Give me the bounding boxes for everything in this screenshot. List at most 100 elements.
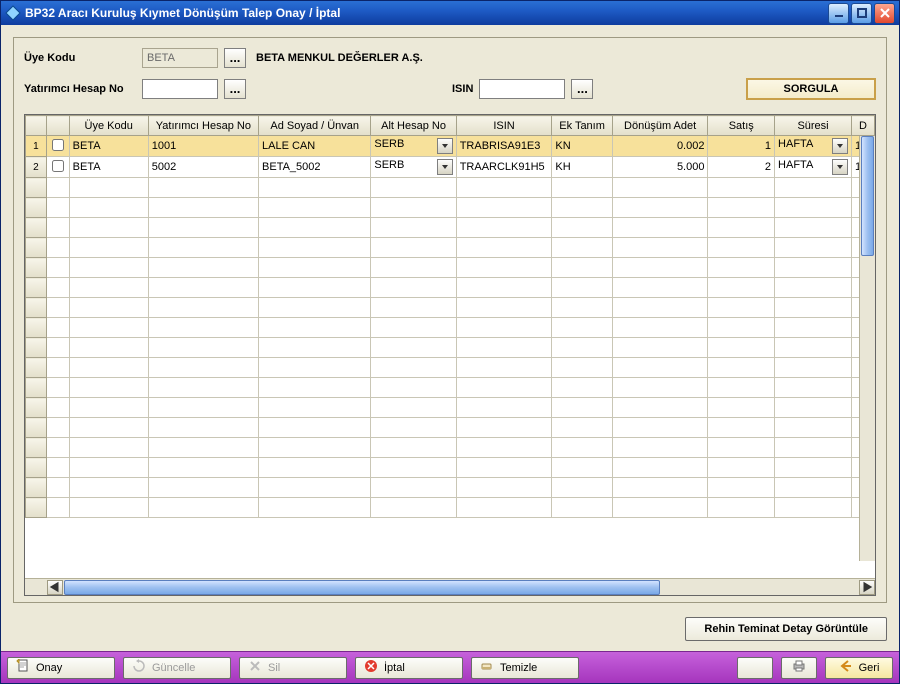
- col-ek[interactable]: Ek Tanım: [552, 116, 612, 136]
- empty-cell: [612, 378, 708, 398]
- empty-cell: [148, 258, 258, 278]
- empty-cell: [148, 398, 258, 418]
- grid-header: Üye Kodu Yatırımcı Hesap No Ad Soyad / Ü…: [26, 116, 875, 136]
- sil-button[interactable]: Sil: [239, 657, 347, 679]
- empty-cell: [69, 358, 148, 378]
- col-rownum[interactable]: [26, 116, 47, 136]
- isin-field[interactable]: [479, 79, 565, 99]
- col-d[interactable]: D: [852, 116, 875, 136]
- row-number: [26, 478, 47, 498]
- cell-alt[interactable]: SERB: [371, 157, 456, 178]
- cell-satis[interactable]: 2: [708, 157, 775, 178]
- col-adet[interactable]: Dönüşüm Adet: [612, 116, 708, 136]
- hscroll-left-button[interactable]: [47, 580, 63, 595]
- onay-button[interactable]: Onay: [7, 657, 115, 679]
- minimize-button[interactable]: [828, 3, 849, 24]
- vertical-scrollbar[interactable]: [859, 136, 875, 561]
- cell-uye[interactable]: BETA: [69, 136, 148, 157]
- col-isin[interactable]: ISIN: [456, 116, 552, 136]
- dropdown-button[interactable]: [437, 138, 453, 154]
- rehin-teminat-button[interactable]: Rehin Teminat Detay Görüntüle: [685, 617, 887, 641]
- row-number: [26, 418, 47, 438]
- empty-cell: [775, 438, 852, 458]
- empty-cell: [775, 398, 852, 418]
- cell-sure[interactable]: HAFTA: [775, 157, 852, 178]
- col-sure[interactable]: Süresi: [775, 116, 852, 136]
- printer-icon: [792, 659, 806, 676]
- col-hesap[interactable]: Yatırımcı Hesap No: [148, 116, 258, 136]
- vertical-scrollbar-thumb[interactable]: [861, 136, 874, 256]
- col-check[interactable]: [46, 116, 69, 136]
- empty-cell: [775, 498, 852, 518]
- empty-cell: [612, 458, 708, 478]
- empty-cell: [552, 498, 612, 518]
- empty-cell: [775, 238, 852, 258]
- dropdown-button[interactable]: [832, 138, 848, 154]
- uye-kodu-lookup-button[interactable]: ...: [224, 48, 246, 68]
- horizontal-scrollbar[interactable]: [25, 578, 875, 595]
- empty-cell: [775, 278, 852, 298]
- empty-cell: [456, 338, 552, 358]
- cell-sure[interactable]: HAFTA: [775, 136, 852, 157]
- yatirimci-lookup-button[interactable]: ...: [224, 79, 246, 99]
- empty-cell: [708, 318, 775, 338]
- row-number: [26, 438, 47, 458]
- table-row-empty: [26, 198, 875, 218]
- col-uye[interactable]: Üye Kodu: [69, 116, 148, 136]
- table-row[interactable]: 2 BETA5002BETA_5002SERBTRAARCLK91H5KH5.00…: [26, 157, 875, 178]
- dropdown-button[interactable]: [437, 159, 453, 175]
- row-checkbox[interactable]: [52, 139, 64, 151]
- print-button[interactable]: [781, 657, 817, 679]
- onay-label: Onay: [36, 662, 62, 674]
- empty-cell: [552, 258, 612, 278]
- table-row[interactable]: 1 BETA1001LALE CANSERBTRABRISA91E3KN0.002…: [26, 136, 875, 157]
- yatirimci-label: Yatırımcı Hesap No: [24, 83, 136, 95]
- cell-hesap[interactable]: 1001: [148, 136, 258, 157]
- cell-isin[interactable]: TRABRISA91E3: [456, 136, 552, 157]
- guncelle-button[interactable]: Güncelle: [123, 657, 231, 679]
- cell-ad[interactable]: BETA_5002: [259, 157, 371, 178]
- cell-isin[interactable]: TRAARCLK91H5: [456, 157, 552, 178]
- hscroll-track[interactable]: [64, 580, 858, 595]
- row-checkbox[interactable]: [52, 160, 64, 172]
- cell-satis[interactable]: 1: [708, 136, 775, 157]
- cell-ek[interactable]: KN: [552, 136, 612, 157]
- hscroll-right-button[interactable]: [859, 580, 875, 595]
- titlebar: BP32 Aracı Kuruluş Kıymet Dönüşüm Talep …: [1, 1, 899, 25]
- empty-cell: [46, 478, 69, 498]
- hscroll-thumb[interactable]: [64, 580, 660, 595]
- cell-ek[interactable]: KH: [552, 157, 612, 178]
- dropdown-button[interactable]: [832, 159, 848, 175]
- empty-cell: [69, 378, 148, 398]
- cell-alt[interactable]: SERB: [371, 136, 456, 157]
- cell-adet[interactable]: 0.002: [612, 136, 708, 157]
- secondary-button-row: Rehin Teminat Detay Görüntüle: [13, 617, 887, 641]
- empty-cell: [612, 298, 708, 318]
- empty-cell: [371, 378, 456, 398]
- empty-cell: [148, 238, 258, 258]
- cell-hesap[interactable]: 5002: [148, 157, 258, 178]
- company-name: BETA MENKUL DEĞERLER A.Ş.: [256, 52, 423, 64]
- cell-uye[interactable]: BETA: [69, 157, 148, 178]
- table-row-empty: [26, 218, 875, 238]
- empty-cell: [69, 318, 148, 338]
- col-ad[interactable]: Ad Soyad / Ünvan: [259, 116, 371, 136]
- empty-cell: [371, 498, 456, 518]
- temizle-button[interactable]: Temizle: [471, 657, 579, 679]
- geri-button[interactable]: Geri: [825, 657, 893, 679]
- empty-cell: [46, 398, 69, 418]
- col-satis[interactable]: Satış: [708, 116, 775, 136]
- yatirimci-field[interactable]: [142, 79, 218, 99]
- close-button[interactable]: [874, 3, 895, 24]
- uye-kodu-field[interactable]: [142, 48, 218, 68]
- sorgula-button[interactable]: SORGULA: [746, 78, 876, 100]
- maximize-button[interactable]: [851, 3, 872, 24]
- iptal-button[interactable]: İptal: [355, 657, 463, 679]
- blank-button[interactable]: [737, 657, 773, 679]
- col-alt[interactable]: Alt Hesap No: [371, 116, 456, 136]
- isin-lookup-button[interactable]: ...: [571, 79, 593, 99]
- table-row-empty: [26, 258, 875, 278]
- cell-adet[interactable]: 5.000: [612, 157, 708, 178]
- cell-ad[interactable]: LALE CAN: [259, 136, 371, 157]
- empty-cell: [708, 398, 775, 418]
